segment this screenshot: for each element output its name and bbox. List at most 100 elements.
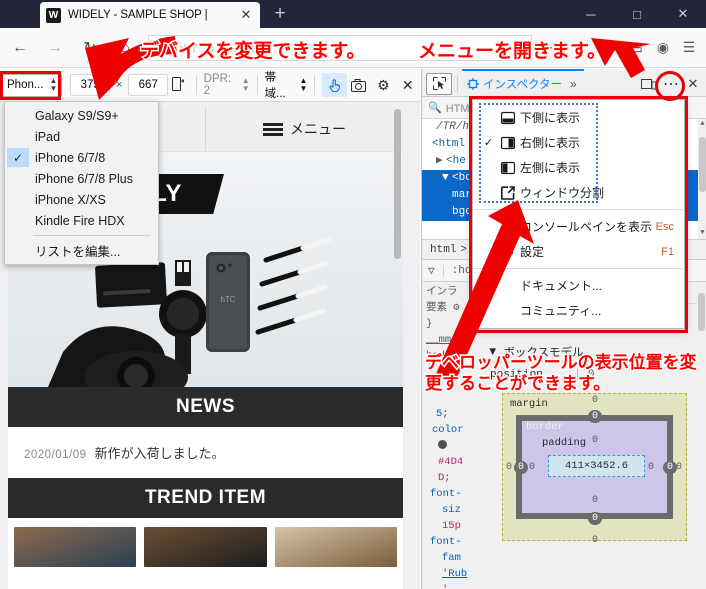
border-right-value[interactable]: 0	[663, 461, 678, 474]
box-content-size[interactable]: 411×3452.6	[548, 455, 645, 477]
device-option-label: iPad	[35, 129, 61, 144]
padding-left-value[interactable]: 0	[529, 462, 535, 473]
color-swatch[interactable]	[438, 440, 447, 449]
tab-inspector[interactable]: インスペクター	[463, 72, 566, 96]
tree-node-text: <he	[446, 155, 466, 167]
layout-scrollbar-thumb[interactable]	[698, 293, 705, 331]
throttling-select[interactable]: 帯域... ▲ ▼	[265, 69, 308, 101]
svg-text:hTC: hTC	[220, 295, 235, 304]
browser-window: W WIDELY - SAMPLE SHOP | ✕ + ─ □ ✕ ← → ↻…	[0, 0, 706, 589]
dock-left-icon	[496, 161, 520, 175]
window-close-button[interactable]: ✕	[660, 0, 706, 28]
device-option[interactable]: iPhone X/XS	[5, 189, 158, 210]
box-border-label: border	[526, 421, 564, 433]
news-item[interactable]: 2020/01/09 新作が入荷しました。	[8, 427, 403, 478]
check-icon: ✓	[7, 148, 29, 167]
css-line[interactable]: 'Rub	[422, 566, 480, 582]
expand-caret-icon[interactable]: ▶	[436, 153, 446, 170]
menu-item-label: 下側に表示	[520, 111, 581, 125]
tab-inspector-label: インスペクター	[483, 78, 563, 91]
tab-title: WIDELY - SAMPLE SHOP |	[68, 9, 208, 21]
nav-item-menu-label: メニュー	[290, 121, 346, 137]
trend-item[interactable]	[144, 527, 267, 567]
device-option-label: Galaxy S9/S9+	[35, 108, 119, 123]
scroll-up-icon[interactable]: ▲	[698, 119, 706, 130]
device-option[interactable]: Kindle Fire HDX	[5, 210, 158, 231]
padding-bottom-value[interactable]: 0	[592, 495, 598, 506]
more-tabs-icon[interactable]: »	[570, 77, 577, 91]
layout-pane-scrollbar[interactable]	[697, 282, 706, 589]
touch-simulation-icon[interactable]	[322, 73, 347, 97]
device-option[interactable]: iPhone 6/7/8 Plus	[5, 168, 158, 189]
trend-item[interactable]	[274, 527, 397, 567]
check-icon: ✓	[483, 137, 494, 149]
chevron-updown-icon: ▲ ▼	[241, 76, 250, 93]
menu-item-label: 左側に表示	[520, 161, 581, 175]
box-padding-label: padding	[542, 437, 587, 449]
css-line: 15p	[442, 520, 461, 532]
css-line: font-	[430, 488, 462, 500]
margin-bottom-value[interactable]: 0	[592, 535, 598, 546]
dock-bottom-icon	[496, 111, 520, 125]
menu-item-label: 右側に表示	[520, 136, 581, 150]
padding-right-value[interactable]: 0	[648, 462, 654, 473]
collapse-caret-icon[interactable]: ▼	[442, 170, 452, 187]
toolbar-divider	[457, 75, 458, 92]
tree-node-text: <bo	[452, 172, 472, 184]
menu-item-shortcut: F1	[661, 245, 674, 258]
annotation-device-text: デバイスを変更できます。	[139, 40, 368, 64]
annotation-menu-text: メニューを開きます。	[416, 40, 607, 64]
margin-left-value[interactable]: 0	[506, 462, 512, 473]
window-maximize-button[interactable]: □	[614, 0, 660, 28]
dpr-select[interactable]: DPR: 2 ▲ ▼	[204, 73, 250, 97]
box-margin-label: margin	[510, 398, 548, 410]
trend-heading: TREND ITEM	[8, 478, 403, 518]
device-select-label: Phon...	[7, 79, 44, 91]
device-option-label: iPhone X/XS	[35, 192, 106, 207]
device-select[interactable]: Phon... ▲ ▼	[2, 73, 62, 97]
menu-item-dock-right[interactable]: ✓ 右側に表示	[473, 130, 684, 155]
css-line: ',	[422, 582, 480, 589]
css-line: D;	[438, 472, 451, 484]
tree-scrollbar-thumb[interactable]	[699, 137, 706, 192]
border-left-value[interactable]: 0	[514, 461, 529, 474]
trend-item[interactable]	[14, 527, 137, 567]
tree-node-text: /TR/h	[436, 121, 470, 133]
border-bottom-value[interactable]: 0	[588, 512, 603, 525]
menu-item-dock-bottom[interactable]: 下側に表示	[473, 105, 684, 130]
device-option-label: iPhone 6/7/8 Plus	[35, 171, 133, 186]
menu-item-dock-left[interactable]: 左側に表示	[473, 155, 684, 180]
element-picker-icon[interactable]	[426, 72, 452, 95]
padding-top-value[interactable]: 0	[592, 435, 598, 446]
margin-top-value[interactable]: 0	[592, 395, 598, 406]
tree-node-text: <html	[432, 138, 466, 150]
rdm-close-icon[interactable]: ✕	[396, 73, 420, 97]
scroll-down-icon[interactable]: ▼	[698, 228, 706, 239]
border-top-value[interactable]: 0	[588, 410, 603, 423]
new-tab-button[interactable]: +	[268, 4, 292, 26]
window-minimize-button[interactable]: ─	[568, 0, 614, 28]
edit-device-list-option[interactable]: リストを編集...	[5, 240, 158, 261]
css-line: 5;	[436, 408, 449, 420]
back-button[interactable]: ←	[5, 33, 35, 63]
device-option-label: iPhone 6/7/8	[35, 150, 106, 165]
css-line: fam	[442, 552, 461, 564]
device-option[interactable]: iPad	[5, 126, 158, 147]
browser-tab[interactable]: W WIDELY - SAMPLE SHOP | ✕	[40, 2, 260, 28]
nav-item-menu[interactable]: メニュー	[206, 107, 403, 151]
annotation-device-note: デバイスを変更できます。	[139, 36, 368, 64]
tree-scrollbar[interactable]: ▲ ▼	[698, 119, 706, 239]
rdm-settings-icon[interactable]: ⚙	[371, 73, 395, 97]
hamburger-icon	[263, 122, 283, 136]
page-scrollbar-thumb[interactable]	[394, 109, 401, 259]
device-list-dropdown[interactable]: Galaxy S9/S9+ iPad ✓ iPhone 6/7/8 iPhone…	[4, 101, 159, 265]
viewport-scrollbar[interactable]	[410, 102, 419, 589]
edit-device-list-label: リストを編集...	[35, 245, 121, 259]
device-option-selected[interactable]: ✓ iPhone 6/7/8	[5, 147, 158, 168]
annotation-menu-note: メニューを開きます。	[416, 36, 607, 64]
css-line: siz	[442, 504, 461, 516]
tab-close-icon[interactable]: ✕	[238, 7, 254, 23]
search-icon: 🔍	[428, 102, 442, 114]
screenshot-icon[interactable]	[347, 73, 371, 97]
menu-item-shortcut: Esc	[655, 220, 674, 233]
